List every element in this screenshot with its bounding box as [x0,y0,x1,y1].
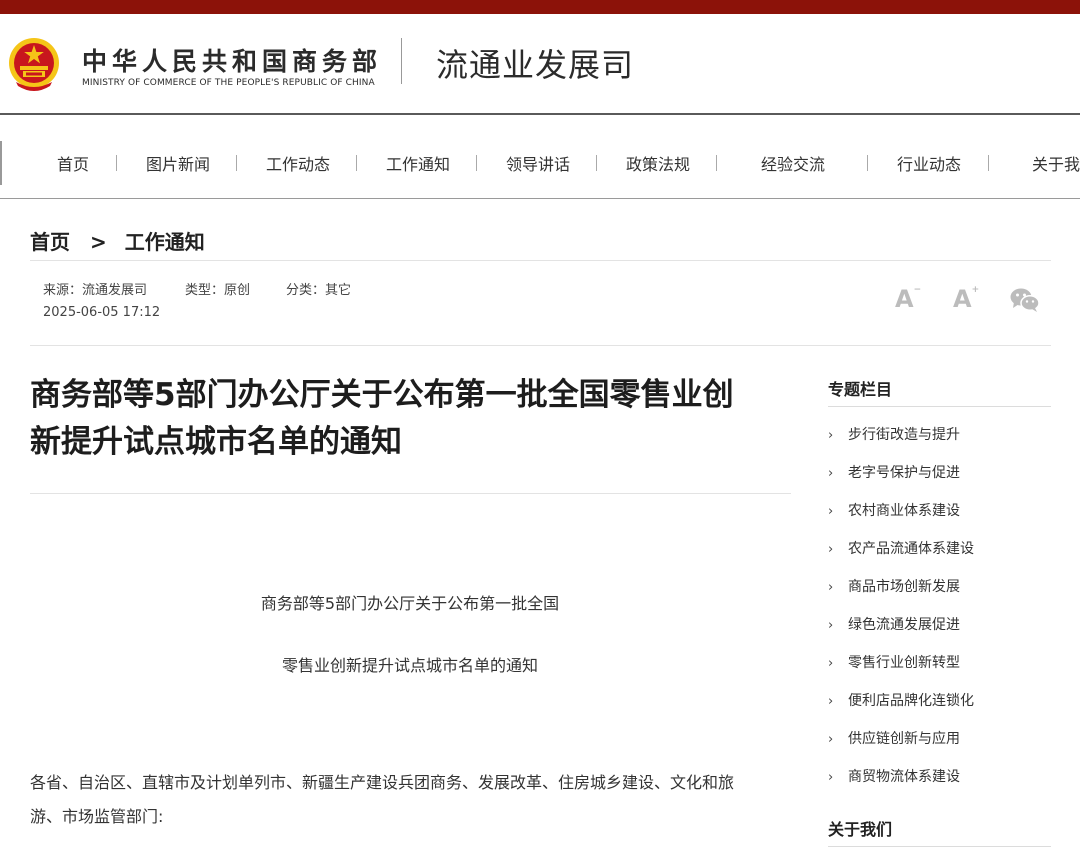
chevron-right-icon: › [828,732,834,747]
nav-item-industry-news[interactable]: 行业动态 [897,151,961,175]
article-title: 商务部等5部门办公厅关于公布第一批全国零售业创 新提升试点城市名单的通知 [30,372,790,466]
chevron-right-icon: › [828,466,834,481]
main-nav: 首页 图片新闻 工作动态 工作通知 领导讲话 政策法规 经验交流 行业动态 关于… [0,117,1080,199]
nav-item-about[interactable]: 关于我 [1032,151,1080,175]
sidebar-item-rural-commerce[interactable]: › 农村商业体系建设 [828,500,960,520]
sidebar-item-label: 农产品流通体系建设 [848,541,974,557]
nav-separator [716,155,717,171]
article-heading-line: 零售业创新提升试点城市名单的通知 [281,656,538,675]
article-title-line: 商务部等5部门办公厅关于公布第一批全国零售业创 [30,377,734,413]
sidebar-item-convenience-stores[interactable]: › 便利店品牌化连锁化 [828,690,974,710]
ministry-name-cn[interactable]: 中华人民共和国商务部 [82,42,382,78]
title-divider [30,493,791,494]
nav-item-photo-news[interactable]: 图片新闻 [146,151,210,175]
font-size-decrease-icon[interactable]: A− [895,285,921,313]
site-header: 中华人民共和国商务部 MINISTRY OF COMMERCE OF THE P… [0,14,1080,115]
ministry-name-en[interactable]: MINISTRY OF COMMERCE OF THE PEOPLE'S REP… [82,78,375,88]
sidebar-item-label: 步行街改造与提升 [848,427,960,443]
nav-item-leader-speeches[interactable]: 领导讲话 [506,151,570,175]
chevron-right-icon: › [828,428,834,443]
sidebar-item-pedestrian-street[interactable]: › 步行街改造与提升 [828,424,960,444]
sidebar-item-label: 老字号保护与促进 [848,465,960,481]
sidebar-item-label: 商贸物流体系建设 [848,769,960,785]
chevron-right-icon: › [828,618,834,633]
article-body-line: 游、市场监管部门: [30,807,164,826]
sidebar-item-agri-distribution[interactable]: › 农产品流通体系建设 [828,538,974,558]
article-body-line: 各省、自治区、直辖市及计划单列市、新疆生产建设兵团商务、发展改革、住房城乡建设、… [30,773,735,792]
chevron-right-icon: › [828,694,834,709]
header-divider [401,38,402,84]
nav-edge-divider [0,141,2,185]
sidebar-item-label: 便利店品牌化连锁化 [848,693,974,709]
breadcrumb-current[interactable]: 工作通知 [125,230,205,254]
nav-separator [116,155,117,171]
chevron-right-icon: › [828,656,834,671]
department-name[interactable]: 流通业发展司 [436,40,634,86]
sidebar-item-label: 绿色流通发展促进 [848,617,960,633]
nav-item-experience[interactable]: 经验交流 [761,151,825,175]
nav-item-policies[interactable]: 政策法规 [626,151,690,175]
article-heading-line: 商务部等5部门办公厅关于公布第一批全国 [260,594,560,613]
sidebar-item-label: 农村商业体系建设 [848,503,960,519]
chevron-right-icon: › [828,770,834,785]
breadcrumb-home-link[interactable]: 首页 [30,230,70,254]
meta-datetime: 2025-06-05 17:12 [43,305,161,320]
meta-source: 来源：流通发展司 [43,283,148,298]
sidebar-item-logistics[interactable]: › 商贸物流体系建设 [828,766,960,786]
nav-separator [356,155,357,171]
nav-item-home[interactable]: 首页 [57,151,89,175]
chevron-right-icon: › [828,504,834,519]
wechat-share-icon[interactable] [1010,287,1040,313]
nav-item-work-notices[interactable]: 工作通知 [386,151,450,175]
meta-divider [30,345,1051,346]
meta-category: 分类：其它 [286,283,352,298]
sidebar-item-green-distribution[interactable]: › 绿色流通发展促进 [828,614,960,634]
sidebar-item-label: 零售行业创新转型 [848,655,960,671]
nav-separator [476,155,477,171]
sidebar-item-supply-chain[interactable]: › 供应链创新与应用 [828,728,960,748]
nav-separator [596,155,597,171]
nav-separator [988,155,989,171]
chevron-right-icon: › [828,580,834,595]
sidebar-item-retail-innovation[interactable]: › 零售行业创新转型 [828,652,960,672]
font-size-increase-icon[interactable]: A+ [953,285,979,313]
sidebar-item-label: 供应链创新与应用 [848,731,960,747]
sidebar-about-title: 关于我们 [828,820,893,839]
sidebar-item-commodity-market[interactable]: › 商品市场创新发展 [828,576,960,596]
article-body: 各省、自治区、直辖市及计划单列市、新疆生产建设兵团商务、发展改革、住房城乡建设、… [30,766,795,834]
top-color-bar [0,0,1080,14]
meta-type: 类型：原创 [185,283,251,298]
breadcrumb: 首页 > 工作通知 [30,226,205,255]
sidebar-topics-title: 专题栏目 [828,380,893,399]
national-emblem-icon[interactable] [6,36,62,94]
sidebar-item-label: 商品市场创新发展 [848,579,960,595]
nav-separator [867,155,868,171]
nav-separator [236,155,237,171]
chevron-right-icon: › [828,542,834,557]
sidebar-item-time-honored-brands[interactable]: › 老字号保护与促进 [828,462,960,482]
breadcrumb-separator: > [90,230,107,254]
breadcrumb-divider [30,260,1051,261]
nav-item-work-updates[interactable]: 工作动态 [266,151,330,175]
sidebar-divider [828,846,1051,847]
sidebar-divider [828,406,1051,407]
article-title-line: 新提升试点城市名单的通知 [30,424,402,460]
